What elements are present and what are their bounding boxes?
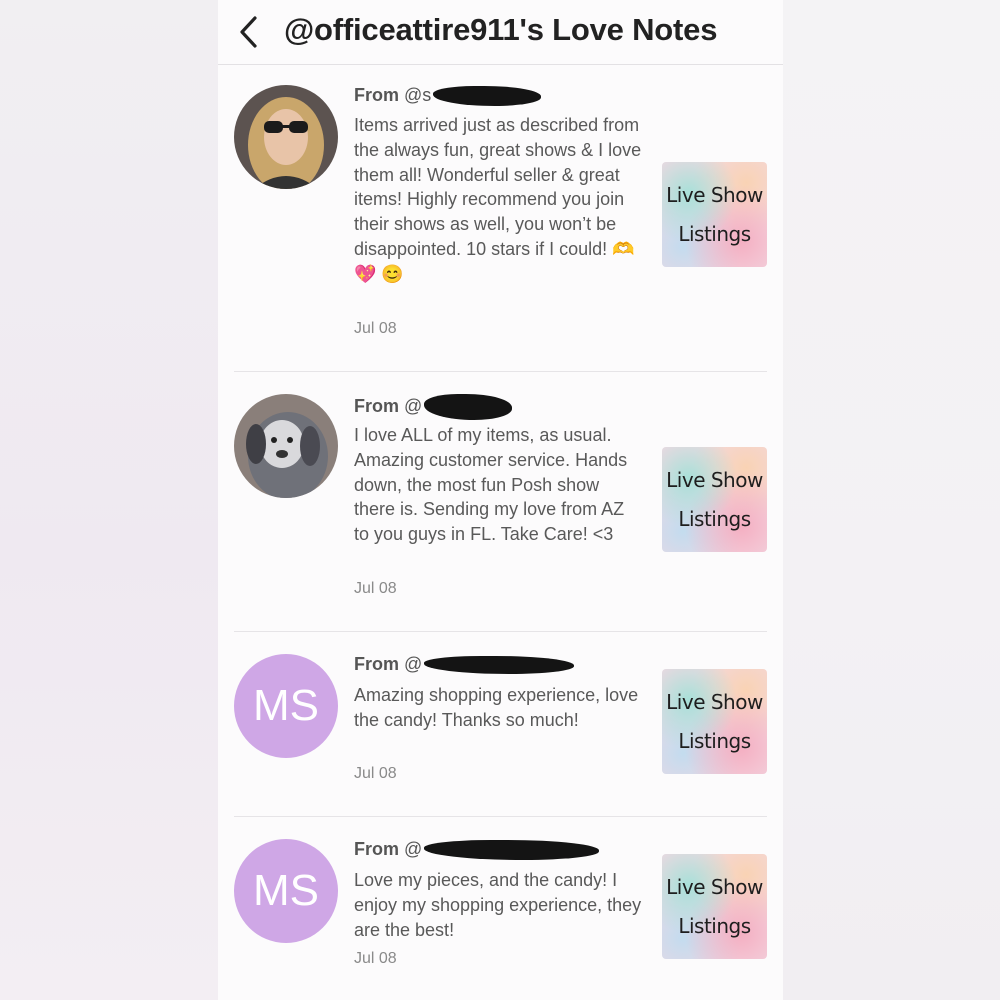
live-show-listing-thumbnail[interactable]: Live Show Listings — [662, 162, 767, 267]
note-date: Jul 08 — [354, 765, 397, 782]
note-text: Amazing shopping experience, love the ca… — [354, 685, 639, 730]
redaction-mark — [433, 86, 542, 107]
redaction-mark — [424, 394, 513, 420]
avatar[interactable]: MS — [234, 654, 338, 758]
background-blur-left — [0, 0, 218, 1000]
from-label: From — [354, 654, 399, 674]
page-title: @officeattire911's Love Notes — [284, 12, 718, 47]
from-handle[interactable]: @ — [404, 839, 422, 859]
avatar[interactable] — [234, 85, 338, 189]
note-text: Love my pieces, and the candy! I enjoy m… — [354, 870, 642, 940]
love-note-item: From @ I love ALL of my items, as usual.… — [234, 372, 769, 632]
chevron-left-icon — [240, 16, 257, 48]
from-handle[interactable]: @s — [404, 85, 431, 105]
header-bar: @officeattire911's Love Notes — [218, 0, 783, 65]
from-line: From @ — [354, 654, 575, 675]
from-label: From — [354, 85, 399, 105]
from-handle[interactable]: @ — [404, 396, 422, 416]
thumbnail-line1: Live Show — [666, 689, 763, 714]
redaction-mark — [424, 840, 600, 861]
redaction-mark — [424, 656, 575, 675]
love-note-item: MS From @ Love my pieces, and the candy!… — [234, 817, 769, 1000]
love-note-item: From @s Items arrived just as described … — [234, 65, 769, 372]
avatar-photo — [234, 394, 338, 498]
love-note-item: MS From @ Amazing shopping experience, l… — [234, 632, 769, 817]
app-screen: @officeattire911's Love Notes From @s It… — [218, 0, 783, 1000]
background-blur-right — [783, 0, 1000, 1000]
from-label: From — [354, 395, 399, 416]
note-text: Items arrived just as described from the… — [354, 115, 642, 284]
thumbnail-line2: Listings — [678, 221, 751, 246]
note-text: I love ALL of my items, as usual. Amazin… — [354, 425, 628, 545]
thumbnail-line1: Live Show — [666, 874, 763, 899]
avatar[interactable]: MS — [234, 839, 338, 943]
from-line: From @ — [354, 394, 513, 420]
avatar[interactable] — [234, 394, 338, 498]
note-date: Jul 08 — [354, 950, 397, 967]
avatar-photo — [234, 85, 338, 189]
thumbnail-line1: Live Show — [666, 467, 763, 492]
thumbnail-line2: Listings — [678, 506, 751, 531]
thumbnail-line2: Listings — [678, 728, 751, 753]
note-date: Jul 08 — [354, 320, 397, 337]
from-line: From @s — [354, 85, 542, 107]
from-handle[interactable]: @ — [404, 654, 422, 674]
live-show-listing-thumbnail[interactable]: Live Show Listings — [662, 854, 767, 959]
live-show-listing-thumbnail[interactable]: Live Show Listings — [662, 669, 767, 774]
thumbnail-line2: Listings — [678, 913, 751, 938]
note-date: Jul 08 — [354, 580, 397, 597]
from-label: From — [354, 839, 399, 859]
thumbnail-line1: Live Show — [666, 182, 763, 207]
back-button[interactable] — [230, 14, 266, 50]
from-line: From @ — [354, 839, 600, 861]
live-show-listing-thumbnail[interactable]: Live Show Listings — [662, 447, 767, 552]
